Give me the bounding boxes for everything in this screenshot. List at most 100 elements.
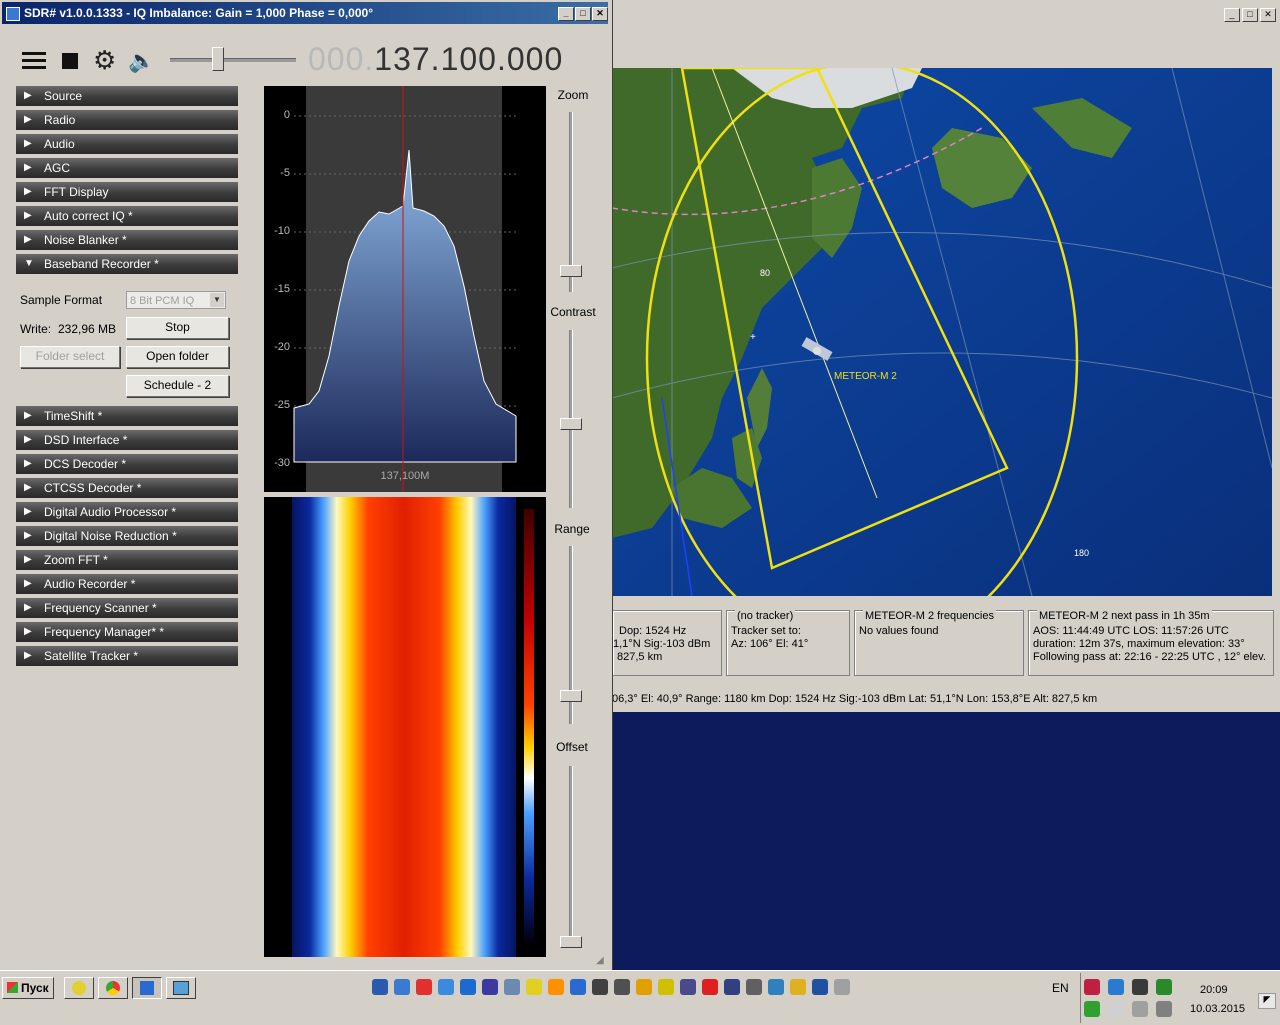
range-label: Range [554,522,590,536]
tray-icon[interactable] [1084,1001,1100,1017]
close-button[interactable]: ✕ [592,7,608,21]
minimize-button[interactable]: _ [1224,8,1240,22]
tray-icon[interactable] [1084,979,1100,995]
panel-fft-display[interactable]: ▶ FFT Display [16,182,238,204]
offset-slider[interactable] [569,766,573,946]
app-launcher-icon[interactable] [438,979,454,995]
tray-icon[interactable] [1132,979,1148,995]
app-launcher-icon[interactable] [482,979,498,995]
panel-noise-blanker[interactable]: ▶ Noise Blanker * [16,230,238,252]
waterfall-display[interactable] [264,497,546,957]
maximize-button[interactable]: □ [1242,8,1258,22]
clock-date[interactable]: 10.03.2015 [1190,1003,1245,1015]
folder-select-button[interactable]: Folder select [20,346,120,368]
world-map[interactable]: + METEOR-M 2 80 180 [612,68,1272,596]
panel-label: Baseband Recorder * [44,257,159,271]
panel-digital-noise-reduction[interactable]: ▶ Digital Noise Reduction * [16,526,238,548]
chevron-right-icon: ▶ [24,210,32,221]
chrome-icon[interactable] [98,977,128,999]
panel-audio-recorder[interactable]: ▶ Audio Recorder * [16,574,238,596]
app-launcher-icon[interactable] [460,979,476,995]
panel-auto-correct-iq[interactable]: ▶ Auto correct IQ * [16,206,238,228]
chevron-right-icon: ▶ [24,626,32,637]
tray-icon[interactable] [1156,1001,1172,1017]
app-launcher-icon[interactable] [548,979,564,995]
app-launcher-icon[interactable] [592,979,608,995]
clock-time[interactable]: 20:09 [1200,984,1228,996]
stop-recording-button[interactable]: Stop [126,317,229,339]
speaker-icon[interactable]: 🔈 [128,47,155,75]
panel-agc[interactable]: ▶ AGC [16,158,238,180]
panel-ctcss-decoder[interactable]: ▶ CTCSS Decoder * [16,478,238,500]
app-launcher-icon[interactable] [790,979,806,995]
app-launcher-icon[interactable] [570,979,586,995]
sample-format-select[interactable]: 8 Bit PCM IQ ▼ [126,291,226,309]
panel-dsd-interface[interactable]: ▶ DSD Interface * [16,430,238,452]
panel-baseband-recorder[interactable]: ▼ Baseband Recorder * [16,254,238,276]
app-launcher-icon[interactable] [394,979,410,995]
app-launcher-icon[interactable] [416,979,432,995]
app-launcher-icon[interactable] [504,979,520,995]
contrast-thumb[interactable] [560,418,582,430]
orbitron-window: _ □ ✕ + METEOR-M 2 80 180 Dop: 1524 Hz 1… [612,0,1280,712]
offset-thumb[interactable] [560,936,582,948]
app-launcher-icon[interactable] [614,979,630,995]
panel-satellite-tracker[interactable]: ▶ Satellite Tracker * [16,646,238,668]
range-thumb[interactable] [560,690,582,702]
tracker-text: Tracker set to: [731,625,801,637]
app-launcher-icon[interactable] [680,979,696,995]
app-launcher-icon[interactable] [658,979,674,995]
tray-icon[interactable] [1108,1001,1124,1017]
frequencies-text: No values found [859,625,939,637]
sdr-taskbar-icon[interactable] [132,977,162,999]
panel-digital-audio-processor[interactable]: ▶ Digital Audio Processor * [16,502,238,524]
tray-icon[interactable] [1156,979,1172,995]
tray-icon[interactable] [1132,1001,1148,1017]
app-launcher-icon[interactable] [834,979,850,995]
volume-slider[interactable] [170,58,296,62]
panel-label: Radio [44,113,76,127]
app-launcher-icon[interactable] [812,979,828,995]
app-launcher-icon[interactable] [724,979,740,995]
tray-icon[interactable] [1108,979,1124,995]
start-button[interactable]: Пуск [2,977,54,999]
schedule-button[interactable]: Schedule - 2 [126,375,229,397]
frequency-display[interactable]: 000.137.100.000 [308,40,563,78]
panel-dcs-decoder[interactable]: ▶ DCS Decoder * [16,454,238,476]
show-desktop-icon[interactable]: ◤ [1258,993,1276,1009]
open-folder-button[interactable]: Open folder [126,346,229,368]
panel-frequency-manager[interactable]: ▶ Frequency Manager* * [16,622,238,644]
panel-timeshift[interactable]: ▶ TimeShift * [16,406,238,428]
maximize-button[interactable]: □ [575,7,591,21]
app-launcher-icon[interactable] [746,979,762,995]
app-launcher-icon[interactable] [372,979,388,995]
app-launcher-icon[interactable] [526,979,542,995]
minimize-button[interactable]: _ [558,7,574,21]
resize-grip-icon[interactable]: ◢ [596,955,608,967]
app-launcher-icon[interactable] [636,979,652,995]
stop-icon[interactable] [62,53,78,69]
chevron-down-icon[interactable]: ▼ [210,293,224,307]
panel-radio[interactable]: ▶ Radio [16,110,238,132]
panel-zoom-fft[interactable]: ▶ Zoom FFT * [16,550,238,572]
spectrum-analyzer[interactable]: 0 -5 -10 -15 -20 -25 -30 137,100M [264,86,546,492]
chevron-right-icon: ▶ [24,458,32,469]
volume-thumb[interactable] [212,47,224,71]
language-indicator[interactable]: EN [1052,981,1069,995]
zoom-thumb[interactable] [560,265,582,277]
panel-audio[interactable]: ▶ Audio [16,134,238,156]
quick-launch-toolbar [372,979,872,997]
app-launcher-icon[interactable] [768,979,784,995]
quick-launch-icon[interactable] [64,977,94,999]
panel-frequency-scanner[interactable]: ▶ Frequency Scanner * [16,598,238,620]
menu-icon[interactable] [22,52,46,70]
gear-icon[interactable]: ⚙ [93,46,116,74]
panel-source[interactable]: ▶ Source [16,86,238,108]
panel-label: Satellite Tracker * [44,649,139,663]
close-button[interactable]: ✕ [1260,8,1276,22]
app-launcher-icon[interactable] [702,979,718,995]
orbitron-taskbar-icon[interactable] [166,977,196,999]
panel-label: Audio [44,137,75,151]
sample-format-value: 8 Bit PCM IQ [130,295,195,307]
panel-label: DSD Interface * [44,433,128,447]
